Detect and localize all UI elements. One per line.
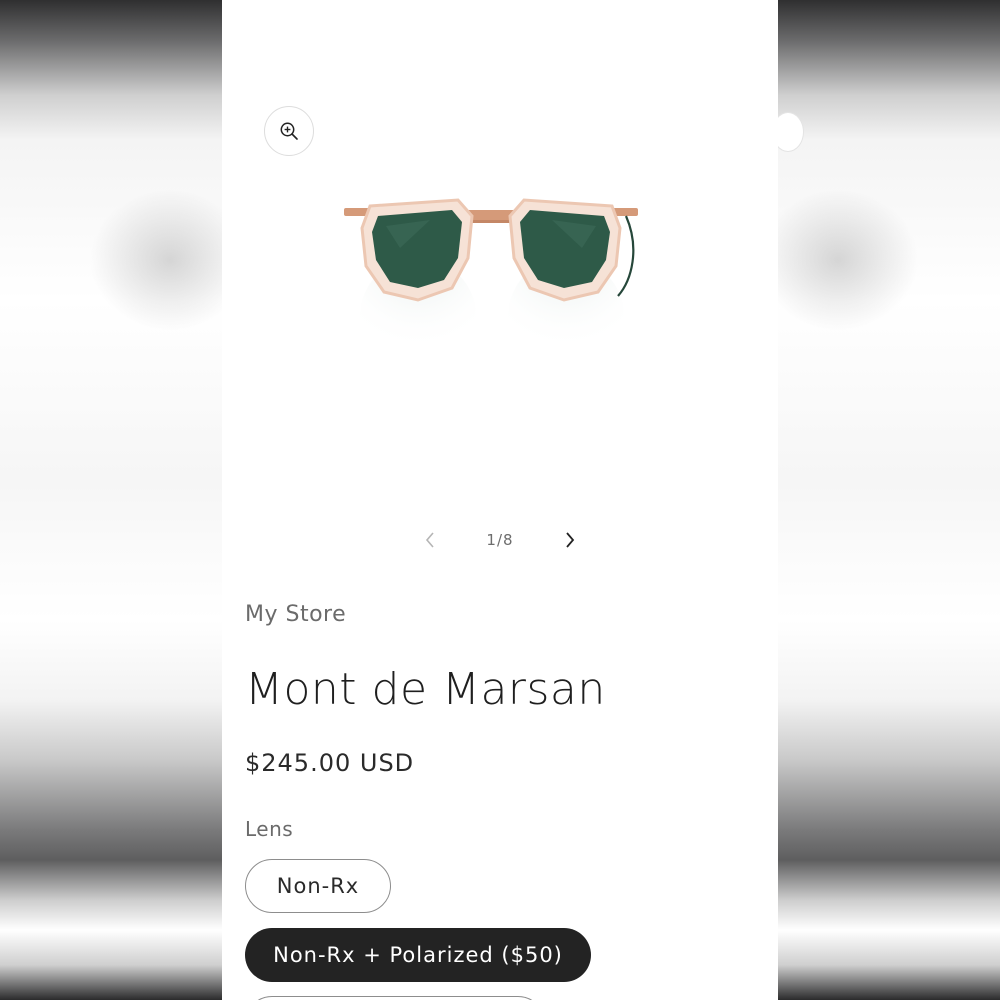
chevron-left-icon xyxy=(425,532,434,548)
slider-prev-button[interactable] xyxy=(412,522,448,558)
lens-option-non-rx[interactable]: Non-Rx xyxy=(245,859,391,913)
slide-counter: 1/8 xyxy=(486,531,514,549)
product-price: $245.00 USD xyxy=(245,749,415,777)
image-slider-controls: 1/8 xyxy=(412,522,588,558)
product-title: Mont de Marsan xyxy=(245,664,606,715)
backdrop-haze xyxy=(758,190,918,330)
store-name: My Store xyxy=(245,602,347,627)
lens-option-non-rx-polarized[interactable]: Non-Rx + Polarized ($50) xyxy=(245,928,591,982)
slider-next-button[interactable] xyxy=(552,522,588,558)
product-panel: 1/8 My Store Mont de Marsan $245.00 USD … xyxy=(222,0,778,1000)
lens-option-third[interactable] xyxy=(245,996,545,1000)
zoom-in-icon xyxy=(280,122,298,140)
blurred-backdrop-right xyxy=(758,0,1000,1000)
lens-option-label: Lens xyxy=(245,817,294,841)
chevron-right-icon xyxy=(566,532,575,548)
zoom-button[interactable] xyxy=(264,106,314,156)
product-image-sunglasses[interactable] xyxy=(340,188,642,408)
blurred-backdrop-left xyxy=(0,0,250,1000)
